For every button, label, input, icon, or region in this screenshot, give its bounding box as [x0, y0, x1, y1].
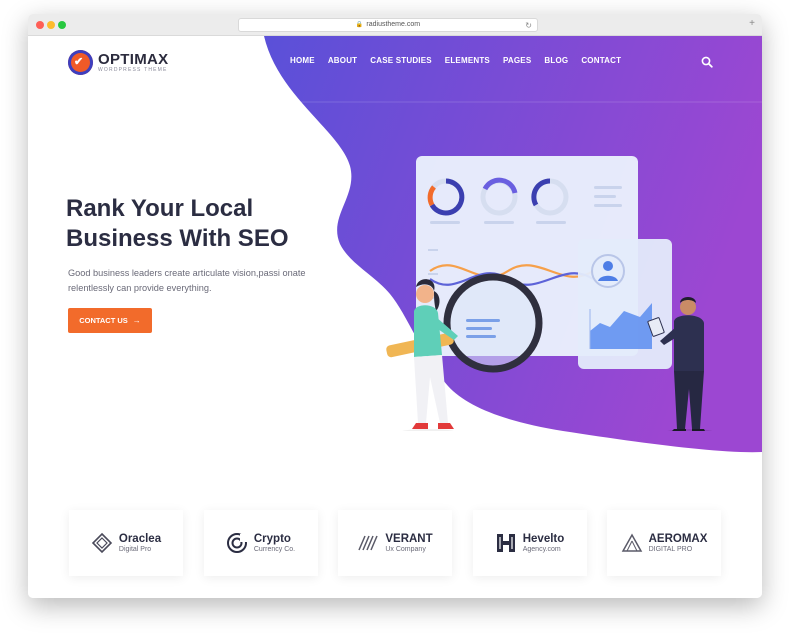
nav-pages[interactable]: PAGES: [503, 56, 531, 65]
nav-case-studies[interactable]: CASE STUDIES: [370, 56, 432, 65]
page-content: ✔ OPTIMAX WORDPRESS THEME HOME ABOUT CAS…: [28, 36, 762, 598]
brand-name: Oraclea: [118, 532, 162, 545]
nav-blog[interactable]: BLOG: [544, 56, 568, 65]
url-text: radiustheme.com: [366, 21, 421, 28]
triangle-logo-icon: [621, 533, 642, 552]
site-logo[interactable]: ✔ OPTIMAX WORDPRESS THEME: [68, 50, 168, 75]
hero-title-line-1: Rank Your Local: [66, 195, 254, 222]
reload-icon[interactable]: ↻: [525, 20, 532, 32]
brand-verant: VERANT Ux Company: [338, 510, 452, 576]
brand-subtitle: Digital Pro: [118, 545, 152, 553]
spiral-logo-icon: [226, 533, 247, 553]
brand-oraclea: Oraclea Digital Pro: [69, 510, 183, 576]
browser-toolbar: 🔒 radiustheme.com ↻ +: [28, 14, 762, 36]
brand-name: AEROMAX: [648, 532, 708, 545]
seo-analytics-illustration: [386, 156, 713, 431]
arrow-right-icon: →: [132, 316, 141, 325]
hero-title-line-2: Business With SEO: [66, 225, 289, 252]
logo-tagline: WORDPRESS THEME: [98, 66, 168, 73]
hero-title: Rank Your Local Business With SEO: [66, 194, 326, 254]
nav-elements[interactable]: ELEMENTS: [445, 56, 490, 65]
brand-subtitle: DIGITAL PRO: [648, 545, 693, 553]
minimize-window-button[interactable]: [47, 21, 55, 29]
contact-us-button[interactable]: CONTACT US →: [68, 308, 152, 333]
brand-logos: Oraclea Digital Pro Crypto Currency Co. …: [69, 510, 721, 578]
brand-subtitle: Agency.com: [522, 545, 561, 553]
main-nav: HOME ABOUT CASE STUDIES ELEMENTS PAGES B…: [290, 56, 634, 65]
brand-crypto: Crypto Currency Co.: [203, 510, 318, 576]
brand-aeromax: AEROMAX DIGITAL PRO: [607, 510, 721, 576]
stripes-logo-icon: [358, 535, 379, 551]
address-bar[interactable]: 🔒 radiustheme.com ↻: [238, 18, 538, 32]
logo-name: OPTIMAX: [98, 50, 169, 68]
contact-us-label: CONTACT US: [79, 316, 128, 325]
close-window-button[interactable]: [36, 21, 44, 29]
maximize-window-button[interactable]: [58, 21, 66, 29]
nav-contact[interactable]: CONTACT: [581, 56, 621, 65]
hero-description: Good business leaders create articulate …: [68, 266, 338, 296]
diamond-logo-icon: [91, 532, 113, 554]
brand-name: VERANT: [385, 532, 433, 545]
lock-icon: 🔒: [355, 22, 364, 28]
magnifier: [386, 273, 543, 373]
brand-subtitle: Currency Co.: [253, 545, 296, 553]
brand-subtitle: Ux Company: [385, 545, 426, 553]
profile-card: [578, 239, 672, 369]
nav-about[interactable]: ABOUT: [328, 56, 357, 65]
logo-icon: ✔: [68, 50, 93, 75]
new-tab-button[interactable]: +: [746, 18, 758, 30]
brand-name: Hevelto: [522, 532, 565, 545]
h-logo-icon: [496, 534, 515, 552]
brand-name: Crypto: [253, 532, 291, 545]
brand-hevelto: Hevelto Agency.com: [472, 510, 587, 576]
hero-description-line-2: relentlessly can provide everything.: [68, 283, 212, 293]
browser-window: 🔒 radiustheme.com ↻ + ✔ OPTIMAX WORDPRESS…: [28, 14, 762, 598]
hero-description-line-1: Good business leaders create articulate …: [68, 268, 306, 278]
nav-home[interactable]: HOME: [290, 56, 315, 65]
search-icon[interactable]: [701, 55, 713, 68]
